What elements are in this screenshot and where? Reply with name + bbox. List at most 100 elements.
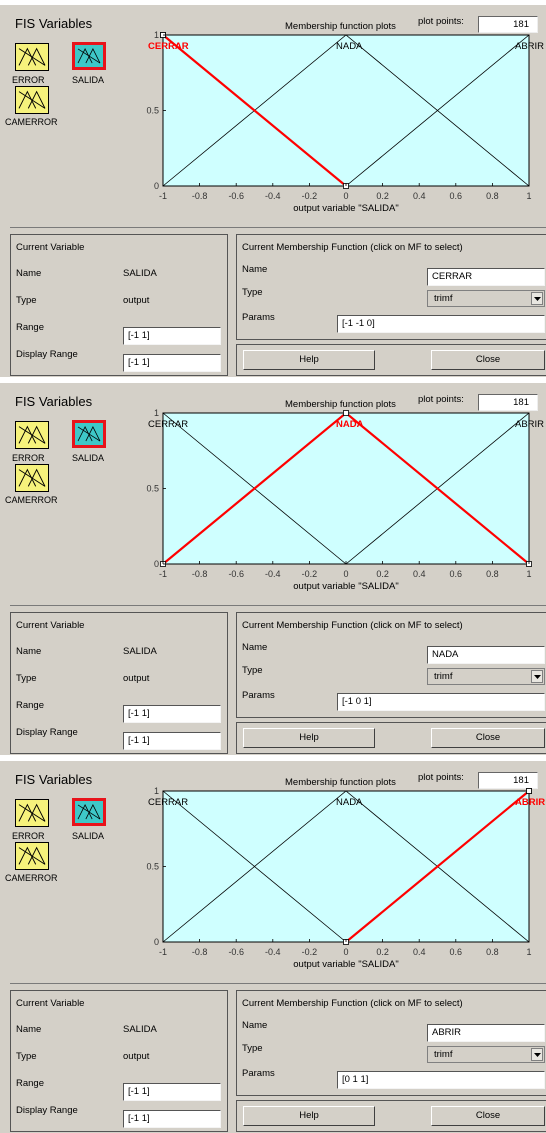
close-button[interactable]: Close (431, 728, 545, 748)
current-mf-title: Current Membership Function (click on MF… (242, 620, 463, 631)
variable-type-value: output (123, 673, 150, 684)
display-range-label: Display Range (16, 349, 78, 360)
chevron-down-icon[interactable] (531, 1048, 543, 1061)
help-button[interactable]: Help (243, 1106, 375, 1126)
current-mf-title: Current Membership Function (click on MF… (242, 998, 463, 1009)
x-tick-label: 0.8 (486, 191, 499, 201)
fis-panel-screenshot: FIS Variables ERROR SALIDA CAMERROR Memb… (0, 5, 546, 377)
x-tick-label: -0.8 (192, 947, 208, 957)
mf-vertex-marker (526, 788, 532, 794)
mf-name-label-cerrar: CERRAR (148, 41, 189, 52)
params-field[interactable]: [0 1 1] (337, 1071, 545, 1089)
membership-function-plot[interactable]: -1 -0.8 -0.6 -0.4 -0.2 0 0.2 0.4 0.6 0.8 1 0 0.5 1 out… (0, 761, 546, 983)
plot-area (162, 412, 530, 565)
x-tick-label: -0.8 (192, 569, 208, 579)
display-range-field[interactable]: [-1 1] (123, 1110, 221, 1128)
fis-panel-screenshot: FIS Variables ERROR SALIDA CAMERROR Memb… (0, 761, 546, 1133)
mf-name-label-nada: NADA (336, 41, 363, 52)
display-range-label: Display Range (16, 727, 78, 738)
y-tick-label: 0.5 (146, 484, 159, 494)
mf-name-label-cerrar: CERRAR (148, 419, 188, 430)
current-variable-title: Current Variable (16, 242, 85, 253)
x-tick-label: -0.6 (228, 569, 244, 579)
membership-function-plot[interactable]: -1 -0.8 -0.6 -0.4 -0.2 0 0.2 0.4 0.6 0.8 1 0 0.5 1 out… (0, 5, 546, 227)
mf-type-label: Type (242, 287, 263, 298)
x-tick-label: 0 (343, 191, 348, 201)
y-tick-label: 0 (154, 181, 159, 191)
y-tick-label: 1 (154, 30, 159, 40)
params-field[interactable]: [-1 -1 0] (337, 315, 545, 333)
button-panel: Help Close (236, 722, 546, 754)
x-tick-label: 0 (343, 569, 348, 579)
x-axis-label: output variable "SALIDA" (293, 581, 399, 592)
x-tick-label: 0.8 (486, 947, 499, 957)
help-button[interactable]: Help (243, 350, 375, 370)
range-label: Range (16, 700, 44, 711)
variable-name-value: SALIDA (123, 268, 157, 279)
chevron-down-icon[interactable] (531, 292, 543, 305)
help-button[interactable]: Help (243, 728, 375, 748)
current-variable-title: Current Variable (16, 620, 85, 631)
membership-function-plot[interactable]: -1 -0.8 -0.6 -0.4 -0.2 0 0.2 0.4 0.6 0.8 1 0 0.5 1 out… (0, 383, 546, 605)
y-tick-label: 0.5 (146, 106, 159, 116)
variable-type-value: output (123, 1051, 150, 1062)
mf-name-field[interactable]: NADA (427, 646, 545, 664)
y-tick-label: 0 (154, 937, 159, 947)
mf-name-field[interactable]: ABRIR (427, 1024, 545, 1042)
x-tick-label: 0.6 (450, 191, 463, 201)
x-tick-label: -1 (159, 569, 167, 579)
mf-type-select[interactable]: trimf (427, 290, 545, 307)
current-variable-panel: Current Variable Name SALIDA Type output… (10, 990, 228, 1132)
plot-area (162, 34, 530, 187)
range-label: Range (16, 1078, 44, 1089)
mf-vertex-marker (343, 410, 349, 416)
x-tick-label: 0.8 (486, 569, 499, 579)
x-tick-label: -0.4 (265, 947, 281, 957)
x-tick-label: 0.4 (413, 569, 426, 579)
mf-type-select[interactable]: trimf (427, 668, 545, 685)
chevron-down-icon[interactable] (531, 670, 543, 683)
mf-type-select[interactable]: trimf (427, 1046, 545, 1063)
y-tick-label: 1 (154, 786, 159, 796)
fis-panel-screenshot: FIS Variables ERROR SALIDA CAMERROR Memb… (0, 383, 546, 755)
mf-type-value: trimf (434, 1049, 453, 1060)
x-axis-label: output variable "SALIDA" (293, 959, 399, 970)
mf-name-label-abrir: ABRIR (515, 797, 545, 808)
variable-type-label: Type (16, 673, 37, 684)
mf-name-field[interactable]: CERRAR (427, 268, 545, 286)
y-tick-label: 1 (154, 408, 159, 418)
variable-type-label: Type (16, 295, 37, 306)
mf-type-label: Type (242, 665, 263, 676)
x-tick-label: 0.6 (450, 569, 463, 579)
x-tick-label: -1 (159, 191, 167, 201)
mf-name-label-abrir: ABRIR (515, 419, 544, 430)
close-button[interactable]: Close (431, 350, 545, 370)
mf-type-label: Type (242, 1043, 263, 1054)
x-tick-label: -0.2 (302, 947, 318, 957)
display-range-field[interactable]: [-1 1] (123, 732, 221, 750)
lower-controls: Current Variable Name SALIDA Type output… (10, 605, 546, 755)
current-variable-title: Current Variable (16, 998, 85, 1009)
x-tick-label: -0.2 (302, 191, 318, 201)
range-field[interactable]: [-1 1] (123, 1083, 221, 1101)
variable-type-value: output (123, 295, 150, 306)
params-label: Params (242, 312, 275, 323)
range-field[interactable]: [-1 1] (123, 327, 221, 345)
x-tick-label: 0.2 (376, 191, 389, 201)
variable-type-label: Type (16, 1051, 37, 1062)
current-mf-title: Current Membership Function (click on MF… (242, 242, 463, 253)
display-range-field[interactable]: [-1 1] (123, 354, 221, 372)
lower-controls: Current Variable Name SALIDA Type output… (10, 983, 546, 1133)
params-label: Params (242, 1068, 275, 1079)
current-variable-panel: Current Variable Name SALIDA Type output… (10, 612, 228, 754)
params-field[interactable]: [-1 0 1] (337, 693, 545, 711)
variable-name-value: SALIDA (123, 1024, 157, 1035)
x-tick-label: 0 (343, 947, 348, 957)
mf-name-label-cerrar: CERRAR (148, 797, 188, 808)
close-button[interactable]: Close (431, 1106, 545, 1126)
x-tick-label: 0.6 (450, 947, 463, 957)
x-tick-label: 0.4 (413, 191, 426, 201)
variable-name-label: Name (16, 646, 42, 657)
range-field[interactable]: [-1 1] (123, 705, 221, 723)
x-tick-label: 1 (526, 947, 531, 957)
